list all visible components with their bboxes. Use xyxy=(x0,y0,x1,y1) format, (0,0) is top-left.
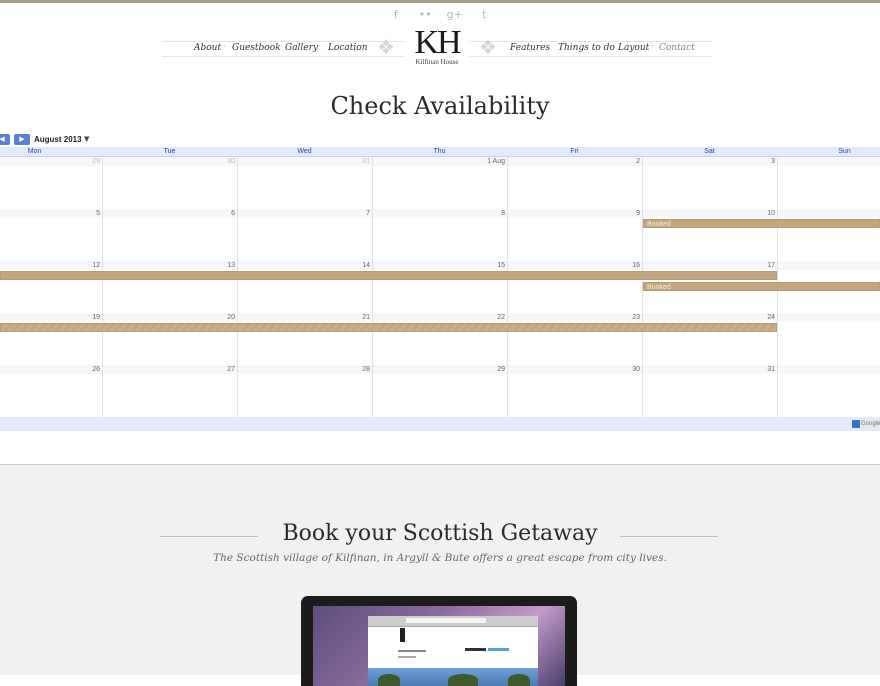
right-ornament-icon: ❖ xyxy=(479,35,497,59)
nav-separator: · xyxy=(275,42,278,52)
add-calendar-icon xyxy=(852,420,860,428)
day-cell-number[interactable]: 10 xyxy=(642,209,775,218)
day-cell-number[interactable]: 7 xyxy=(237,209,370,218)
nav-layout[interactable]: Layout xyxy=(618,43,649,53)
day-header-wed: Wed xyxy=(297,148,312,155)
nav-separator: · xyxy=(318,42,321,52)
day-divider xyxy=(777,209,778,261)
day-cell-number[interactable]: 23 xyxy=(507,313,640,322)
day-cell-number[interactable]: 5 xyxy=(0,209,100,218)
day-cell-number[interactable]: 17 xyxy=(642,261,775,270)
month-dropdown-icon[interactable]: ▼ xyxy=(84,135,89,143)
nav-separator: · xyxy=(223,42,226,52)
nav-about[interactable]: About xyxy=(194,43,221,53)
day-divider xyxy=(777,365,778,417)
twitter-icon[interactable]: t xyxy=(471,8,497,21)
house-photo xyxy=(368,668,538,686)
nav-separator: · xyxy=(608,42,611,52)
day-cell-number[interactable]: 15 xyxy=(372,261,505,270)
day-divider xyxy=(777,157,778,209)
day-header-thu: Thu xyxy=(433,148,446,155)
day-cell-number[interactable]: 14 xyxy=(237,261,370,270)
day-cell-number[interactable]: 19 xyxy=(0,313,100,322)
day-header-mon: Mon xyxy=(27,148,42,155)
prev-month-button[interactable]: ◀ xyxy=(0,134,10,145)
day-cell-number[interactable]: 13 xyxy=(102,261,235,270)
day-cell-number[interactable]: 31 xyxy=(237,157,370,166)
left-ornament-icon: ❖ xyxy=(377,35,395,59)
top-accent-bar xyxy=(0,0,880,3)
calendar-week: 26 27 28 29 30 31 xyxy=(0,365,880,418)
social-links: f •• g+ t xyxy=(0,8,880,21)
day-cell-number[interactable]: 29 xyxy=(372,365,505,374)
nav-separator: · xyxy=(651,42,654,52)
day-cell-number[interactable]: 2 xyxy=(507,157,640,166)
calendar-day-header: Mon Tue Wed Thu Fri Sat Sun xyxy=(0,147,880,157)
day-cell-number[interactable]: 12 xyxy=(0,261,100,270)
page-title: Check Availability xyxy=(330,92,550,120)
day-cell-number[interactable]: 30 xyxy=(102,157,235,166)
promo-section: Book your Scottish Getaway The Scottish … xyxy=(0,465,880,686)
day-cell-number[interactable]: 28 xyxy=(237,365,370,374)
day-header-sat: Sat xyxy=(704,148,715,155)
nav-guestbook[interactable]: Guestbook xyxy=(232,43,281,53)
day-cell-number[interactable]: 26 xyxy=(0,365,100,374)
next-month-button[interactable]: ▶ xyxy=(14,134,30,145)
booking-event[interactable] xyxy=(0,323,777,332)
promo-tagline: The Scottish village of Kilfinan, in Arg… xyxy=(213,552,667,564)
day-header-sun: Sun xyxy=(838,148,851,155)
day-cell-number[interactable]: 3 xyxy=(642,157,775,166)
day-header-tue: Tue xyxy=(163,148,176,155)
flickr-icon[interactable]: •• xyxy=(412,8,438,21)
monitor-image xyxy=(301,596,577,686)
promo-heading: Book your Scottish Getaway xyxy=(282,521,598,546)
day-cell-number[interactable]: 29 xyxy=(0,157,100,166)
day-cell-number[interactable]: 31 xyxy=(642,365,775,374)
day-cell-number[interactable]: 16 xyxy=(507,261,640,270)
day-cell-number[interactable]: 21 xyxy=(237,313,370,322)
day-cell-number[interactable]: 30 xyxy=(507,365,640,374)
month-label: August 2013 xyxy=(34,135,82,144)
day-header-fri: Fri xyxy=(570,148,579,155)
nav-separator: · xyxy=(548,42,551,52)
nav-contact[interactable]: Contact xyxy=(659,43,695,53)
day-cell-number[interactable]: 27 xyxy=(102,365,235,374)
calendar-week: 19 20 21 22 23 24 xyxy=(0,313,880,366)
booking-event[interactable] xyxy=(0,271,777,280)
day-divider xyxy=(777,313,778,365)
day-cell-number[interactable]: 24 xyxy=(642,313,775,322)
nav-location[interactable]: Location xyxy=(328,43,368,53)
google-plus-icon[interactable]: g+ xyxy=(442,8,468,21)
logo-monogram: KH xyxy=(414,24,461,61)
day-cell-number[interactable]: 8 xyxy=(372,209,505,218)
nav-features[interactable]: Features xyxy=(510,43,550,53)
day-cell-number[interactable]: 1 Aug xyxy=(372,157,505,166)
day-cell-number[interactable]: 6 xyxy=(102,209,235,218)
day-cell-number[interactable]: 22 xyxy=(372,313,505,322)
facebook-icon[interactable]: f xyxy=(383,8,409,21)
site-logo[interactable]: KH Kilfinan House xyxy=(405,24,469,66)
monitor-screen xyxy=(313,606,565,686)
google-badge-text: Google xyxy=(861,420,880,428)
nav-things-to-do[interactable]: Things to do xyxy=(558,43,615,53)
booking-event[interactable]: Booked xyxy=(643,282,880,291)
calendar-week: 5 6 7 8 9 10 xyxy=(0,209,880,262)
booking-event[interactable]: Booked xyxy=(643,219,880,228)
day-cell-number[interactable]: 20 xyxy=(102,313,235,322)
calendar-footer: Google xyxy=(0,417,880,431)
calendar-week: 29 30 31 1 Aug 2 3 xyxy=(0,157,880,210)
google-calendar-badge[interactable]: Google xyxy=(852,420,880,428)
day-cell-number[interactable]: 9 xyxy=(507,209,640,218)
nav-gallery[interactable]: Gallery xyxy=(285,43,318,53)
